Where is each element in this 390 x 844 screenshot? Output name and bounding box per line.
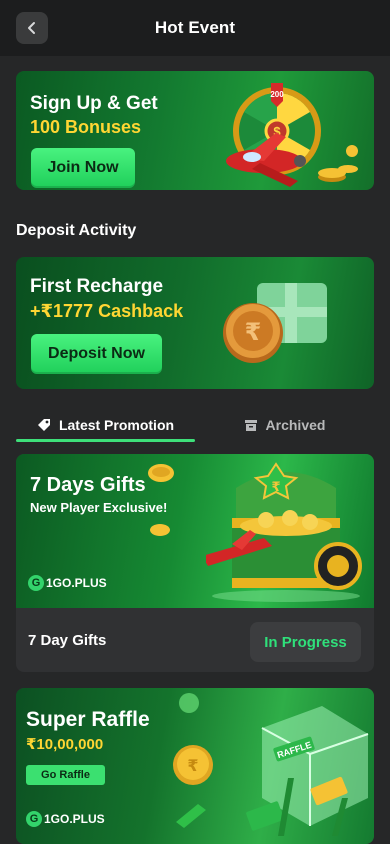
deposit-title: First Recharge: [30, 276, 164, 297]
join-now-button[interactable]: Join Now: [31, 148, 135, 188]
tab-archived[interactable]: Archived: [195, 408, 374, 442]
coin-icon: [150, 524, 170, 536]
coin-icon: ₹: [173, 745, 213, 785]
promotion-title: Super Raffle: [26, 708, 150, 731]
tab-latest-promotion[interactable]: Latest Promotion: [16, 408, 195, 442]
promotion-title: 7 Days Gifts: [30, 474, 146, 496]
signup-banner[interactable]: Sign Up & Get 100 Bonuses Join Now 200 $: [16, 71, 374, 190]
archive-box-icon: [244, 420, 257, 431]
tab-archived-label: Archived: [265, 417, 326, 433]
deposit-now-button[interactable]: Deposit Now: [31, 334, 162, 374]
svg-text:₹: ₹: [187, 756, 198, 775]
raffle-amount: ₹10,00,000: [26, 736, 104, 753]
coin-icon: [179, 693, 199, 713]
cashback-text: +₹1777 Cashback: [30, 301, 184, 321]
gift-coin-icon: ₹: [223, 283, 327, 363]
content: Sign Up & Get 100 Bonuses Join Now 200 $: [0, 56, 390, 844]
tab-latest-label: Latest Promotion: [58, 417, 175, 433]
promotion-footer: 7 Day Gifts In Progress: [16, 608, 374, 672]
signup-bonus: 100 Bonuses: [30, 117, 142, 137]
promotion-name: 7 Day Gifts: [28, 631, 107, 649]
cash-icon: [176, 804, 206, 828]
tag-icon: [37, 419, 50, 431]
brand-mark-icon: G: [28, 575, 44, 591]
coins-icon: [318, 145, 358, 182]
page-title: Hot Event: [154, 18, 236, 37]
status-badge[interactable]: In Progress: [250, 622, 361, 662]
chevron-left-icon: [28, 22, 35, 34]
promotion-subtitle: New Player Exclusive!: [30, 500, 168, 515]
plane-icon: [226, 133, 306, 187]
deposit-banner[interactable]: First Recharge +₹1777 Cashback Deposit N…: [16, 257, 374, 389]
go-raffle-button[interactable]: Go Raffle: [26, 765, 105, 785]
coin-icon: [148, 464, 174, 482]
brand-name: 1GO.PLUS: [44, 812, 105, 826]
promotion-image: 7 Days Gifts New Player Exclusive! G 1GO…: [16, 454, 374, 608]
svg-text:₹: ₹: [271, 480, 280, 495]
svg-text:₹: ₹: [245, 318, 262, 346]
promotion-card-super-raffle[interactable]: Super Raffle ₹10,00,000 Go Raffle G 1GO.…: [16, 688, 374, 844]
brand-logo: G 1GO.PLUS: [28, 575, 107, 591]
deposit-activity-heading: Deposit Activity: [16, 222, 137, 239]
brand-name: 1GO.PLUS: [46, 576, 107, 590]
signup-title: Sign Up & Get: [30, 93, 158, 114]
top-bar: Hot Event: [0, 0, 390, 56]
promotion-tabs: Latest Promotion Archived: [16, 408, 374, 442]
promotion-card-7-days-gifts[interactable]: 7 Days Gifts New Player Exclusive! G 1GO…: [16, 454, 374, 672]
back-button[interactable]: [16, 12, 48, 44]
raffle-box-icon: RAFFLE: [246, 706, 369, 836]
wheel-label: 200: [270, 90, 284, 99]
promotion-image: Super Raffle ₹10,00,000 Go Raffle G 1GO.…: [16, 688, 374, 844]
brand-mark-icon: G: [26, 811, 42, 827]
brand-logo: G 1GO.PLUS: [26, 811, 105, 827]
treasure-chest-icon: ₹: [206, 462, 362, 602]
